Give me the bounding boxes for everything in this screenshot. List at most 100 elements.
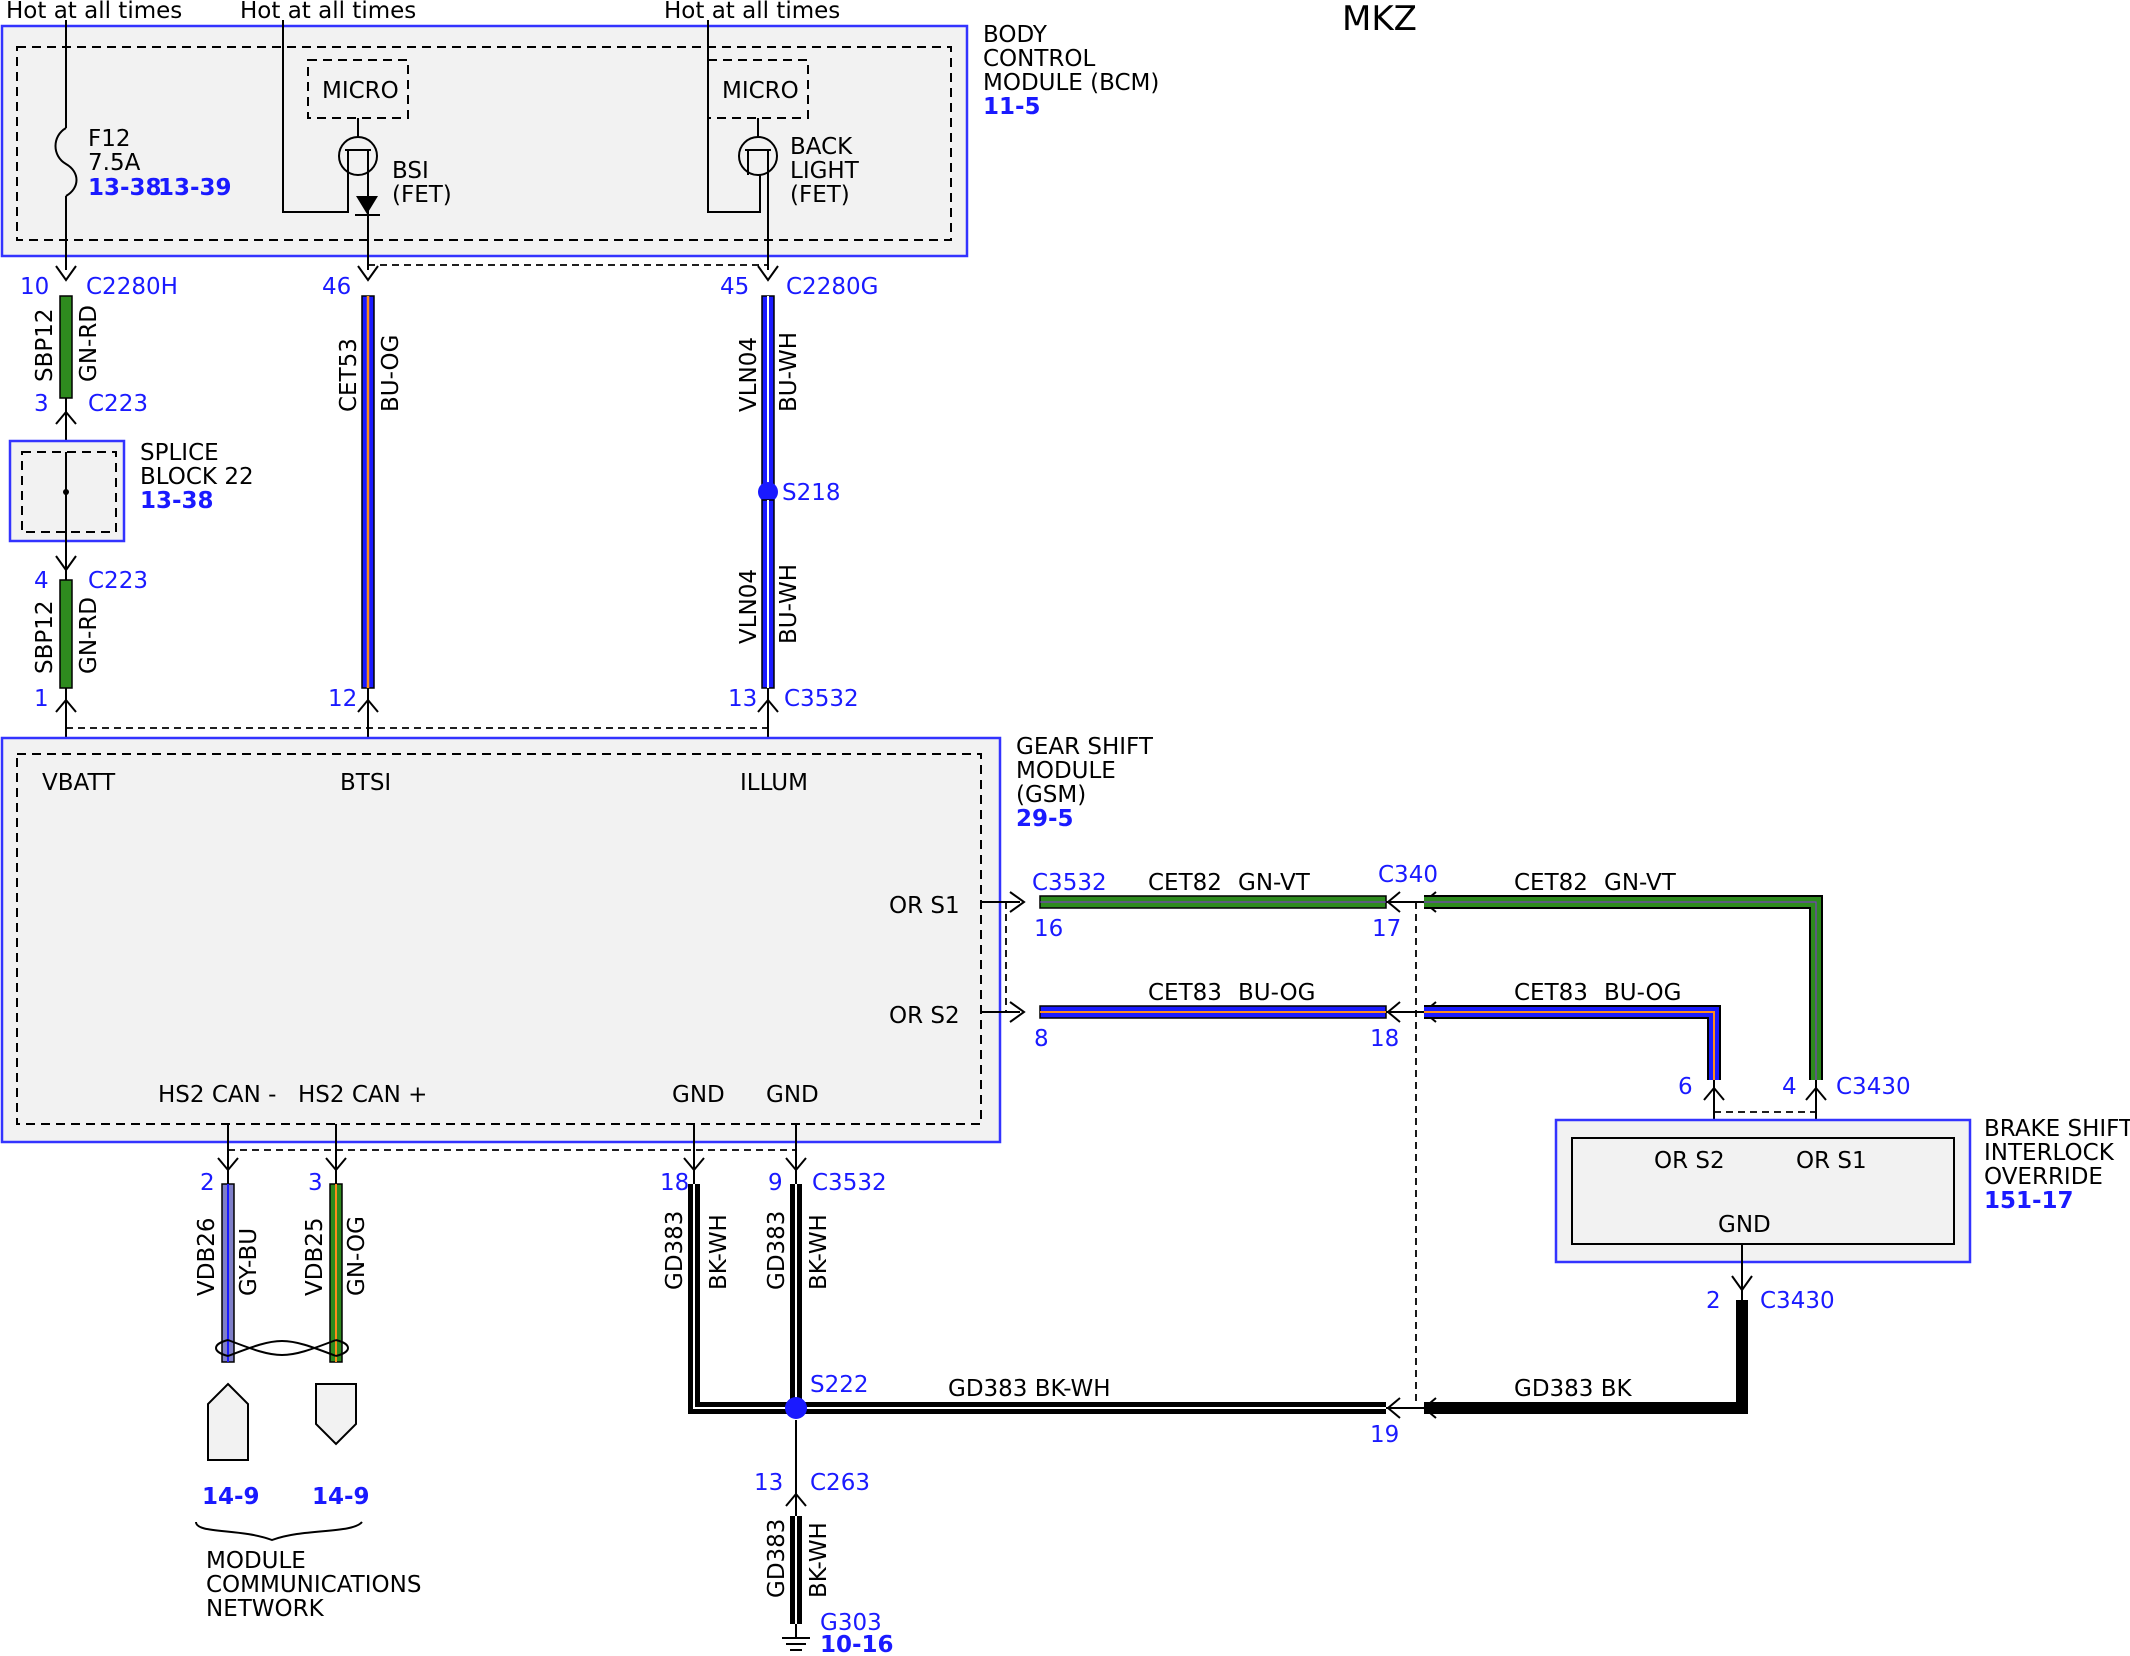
- connector-c223-bottom-label[interactable]: C223: [88, 568, 148, 594]
- bcm-name-line-2: CONTROL: [983, 46, 1096, 72]
- fuse-reference-link-1[interactable]: 13-38: [88, 175, 162, 201]
- wire-vln04-bottom-circuit: VLN04: [736, 569, 762, 644]
- gsm-pin-gnd-2: GND: [766, 1082, 819, 1108]
- wire-cet83-left-circuit: CET83: [1148, 980, 1222, 1006]
- wire-sbp12-bottom-circuit: SBP12: [32, 600, 58, 674]
- wire-vln04-bottom-color: BU-WH: [776, 564, 802, 644]
- wire-cet82-right-circuit: CET82: [1514, 870, 1588, 896]
- wire-sbp12-top-circuit: SBP12: [32, 308, 58, 382]
- pin-6-number: 6: [1678, 1074, 1693, 1100]
- wire-gd383-bk-label: GD383 BK: [1514, 1376, 1633, 1402]
- gsm-name-line-2: MODULE: [1016, 758, 1116, 784]
- gsm-pin-gnd-1: GND: [672, 1082, 725, 1108]
- pin-17-number: 17: [1372, 916, 1401, 942]
- power-label-3: Hot at all times: [664, 0, 840, 24]
- gsm-module-box[interactable]: [0, 736, 1002, 1144]
- wire-sbp12-bottom-color: GN-RD: [76, 597, 102, 674]
- splice-block-reference-link[interactable]: 13-38: [140, 488, 214, 514]
- bsi-label-line-2: (FET): [392, 182, 452, 208]
- wire-cet83-right-circuit: CET83: [1514, 980, 1588, 1006]
- splice-s222-node[interactable]: [785, 1397, 807, 1419]
- wire-sbp12-top[interactable]: [59, 295, 73, 399]
- pin-13-number: 13: [728, 686, 757, 712]
- connector-c2280h-label[interactable]: C2280H: [86, 274, 178, 300]
- pin-45-number: 45: [720, 274, 749, 300]
- bsi-label-line-1: BSI: [392, 158, 429, 184]
- wire-sbp12-top-color: GN-RD: [76, 305, 102, 382]
- bsio-pin-or-s2: OR S2: [1654, 1148, 1725, 1174]
- wire-cet53-color: BU-OG: [378, 335, 404, 412]
- wiring-diagram: MKZ Hot at all times Hot at all times Ho…: [0, 0, 2130, 1656]
- connector-c3430-bottom-label[interactable]: C3430: [1760, 1288, 1835, 1314]
- splice-block-22-node: [63, 489, 69, 495]
- wire-gd383-horizontal-label: GD383 BK-WH: [948, 1376, 1111, 1402]
- wire-gd383-a-color: BK-WH: [706, 1214, 732, 1290]
- pin-1-number: 1: [34, 686, 49, 712]
- backlight-label-line-1: BACK: [790, 134, 853, 160]
- bcm-name-line-1: BODY: [983, 22, 1048, 48]
- connector-c3532-bottom-label[interactable]: C3532: [812, 1170, 887, 1196]
- connector-c3532-side-label[interactable]: C3532: [1032, 870, 1107, 896]
- fuse-rating: 7.5A: [88, 150, 141, 176]
- bsio-reference-link[interactable]: 151-17: [1984, 1188, 2074, 1214]
- wire-vln04-top-color: BU-WH: [776, 332, 802, 412]
- bsio-pin-gnd: GND: [1718, 1212, 1771, 1238]
- connector-c340-label[interactable]: C340: [1378, 862, 1438, 888]
- wire-gd383-a-circuit: GD383: [662, 1211, 688, 1290]
- twisted-pair-icon: [215, 1339, 349, 1357]
- wire-vdb25-color: GN-OG: [344, 1216, 370, 1296]
- gsm-name-line-3: (GSM): [1016, 782, 1086, 808]
- connector-c263-label[interactable]: C263: [810, 1470, 870, 1496]
- connector-c2280g-label[interactable]: C2280G: [786, 274, 878, 300]
- splice-s218-node[interactable]: [758, 482, 778, 502]
- backlight-label-line-2: LIGHT: [790, 158, 860, 184]
- wire-sbp12-bottom[interactable]: [59, 579, 73, 689]
- network-connector-1-icon[interactable]: [207, 1382, 249, 1461]
- pin-8-number: 8: [1034, 1026, 1049, 1052]
- connector-c3532-top-label[interactable]: C3532: [784, 686, 859, 712]
- gsm-name-line-1: GEAR SHIFT: [1016, 734, 1154, 760]
- wire-cet83-right[interactable]: [1424, 1005, 1721, 1080]
- gsm-pin-vbatt: VBATT: [42, 770, 116, 796]
- connector-c3430-top-label[interactable]: C3430: [1836, 1074, 1911, 1100]
- bcm-reference-link[interactable]: 11-5: [983, 94, 1041, 120]
- gsm-reference-link[interactable]: 29-5: [1016, 806, 1074, 832]
- pin-46-number: 46: [322, 274, 351, 300]
- pin-2-bsio-number: 2: [1706, 1288, 1721, 1314]
- micro-2-label: MICRO: [722, 78, 799, 104]
- wire-cet83-right-color: BU-OG: [1604, 980, 1681, 1006]
- wire-cet82-right-color: GN-VT: [1604, 870, 1677, 896]
- wire-gd383-bottom-color: BK-WH: [806, 1522, 832, 1598]
- wire-cet83-left-color: BU-OG: [1238, 980, 1315, 1006]
- connector-c223-top-label[interactable]: C223: [88, 391, 148, 417]
- splice-block-name-line-2: BLOCK 22: [140, 464, 254, 490]
- splice-s218-label: S218: [782, 480, 841, 506]
- wire-gd383-bottom-circuit: GD383: [764, 1519, 790, 1598]
- bsio-name-line-3: OVERRIDE: [1984, 1164, 2103, 1190]
- network-connector-2-icon[interactable]: [315, 1383, 357, 1446]
- bsio-name-line-1: BRAKE SHIFT: [1984, 1116, 2130, 1142]
- diagram-title: MKZ: [1342, 0, 1417, 39]
- network-label-line-3: NETWORK: [206, 1596, 325, 1622]
- wire-cet83-right-tracer: [1424, 1011, 1715, 1080]
- network-reference-link-2[interactable]: 14-9: [312, 1484, 370, 1510]
- micro-1-label: MICRO: [322, 78, 399, 104]
- power-label-1: Hot at all times: [6, 0, 182, 24]
- pin-16-number: 16: [1034, 916, 1063, 942]
- pin-18-number: 18: [1370, 1026, 1399, 1052]
- network-reference-link-1[interactable]: 14-9: [202, 1484, 260, 1510]
- network-label-line-2: COMMUNICATIONS: [206, 1572, 421, 1598]
- ground-reference-link[interactable]: 10-16: [820, 1632, 894, 1656]
- gsm-pin-or-s2: OR S2: [889, 1003, 960, 1029]
- splice-s222-label: S222: [810, 1372, 869, 1398]
- bsio-pin-or-s1: OR S1: [1796, 1148, 1867, 1174]
- wire-vdb26-circuit: VDB26: [194, 1218, 220, 1297]
- wire-vdb26-color: GY-BU: [236, 1228, 262, 1296]
- backlight-label-line-3: (FET): [790, 182, 850, 208]
- wire-cet83-right-fill: [1424, 1007, 1719, 1080]
- wire-gd383-b-color: BK-WH: [806, 1214, 832, 1290]
- bcm-name-line-3: MODULE (BCM): [983, 70, 1159, 96]
- wire-cet82-left-color: GN-VT: [1238, 870, 1311, 896]
- gsm-pin-can-minus: HS2 CAN -: [158, 1082, 276, 1108]
- fuse-reference-link-2[interactable]: 13-39: [158, 175, 232, 201]
